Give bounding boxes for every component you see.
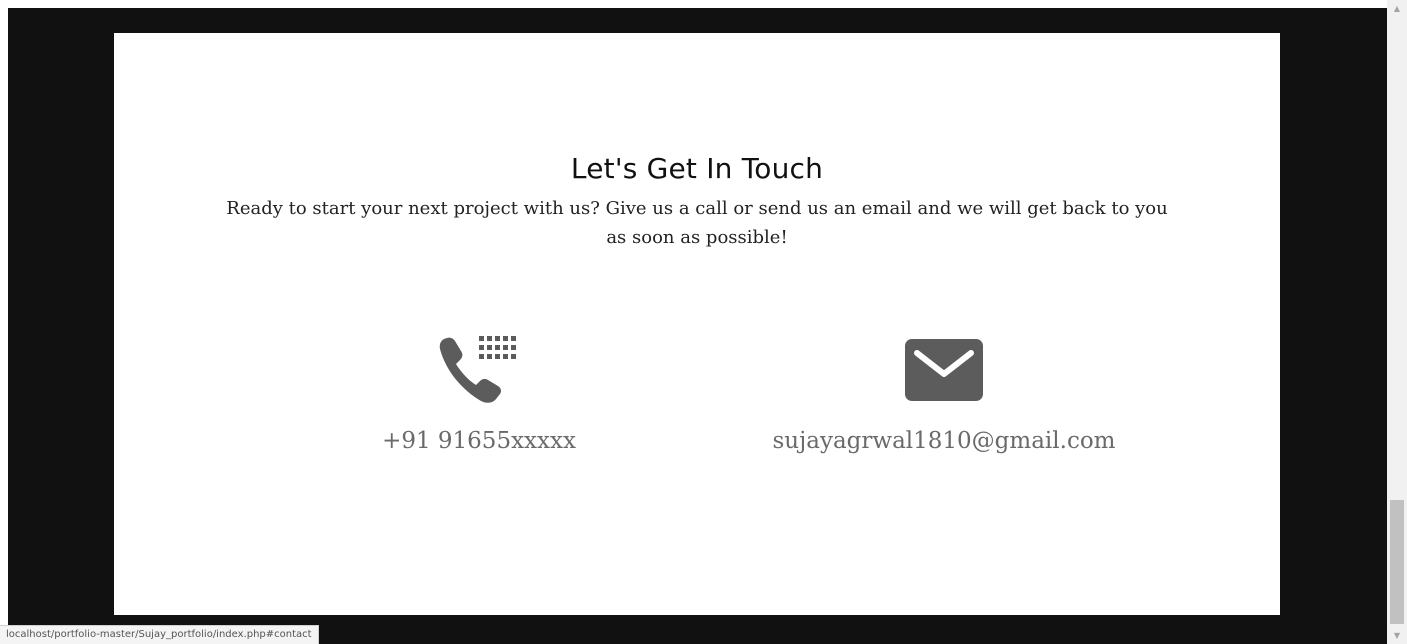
top-edge xyxy=(0,0,1387,8)
browser-viewport: Let's Get In Touch Ready to start your n… xyxy=(0,0,1407,644)
scroll-up-arrow-icon[interactable]: ▲ xyxy=(1387,0,1407,17)
contact-subtitle: Ready to start your next project with us… xyxy=(226,198,1168,248)
phone-contact: +91 91655xxxxx xyxy=(334,329,624,454)
scrollbar-thumb[interactable] xyxy=(1390,500,1404,624)
contact-section: Let's Get In Touch Ready to start your n… xyxy=(114,33,1280,615)
scroll-down-arrow-icon[interactable]: ▼ xyxy=(1387,627,1407,644)
envelope-icon xyxy=(734,329,1154,411)
email-address[interactable]: sujayagrwal1810@gmail.com xyxy=(734,428,1154,454)
phone-number: +91 91655xxxxx xyxy=(382,428,576,454)
email-contact: sujayagrwal1810@gmail.com xyxy=(734,329,1154,454)
status-bar-url: localhost/portfolio-master/Sujay_portfol… xyxy=(0,625,319,644)
vertical-scrollbar[interactable]: ▲ ▼ xyxy=(1387,0,1407,644)
contact-title: Let's Get In Touch xyxy=(570,152,824,186)
left-edge xyxy=(0,0,8,644)
phone-keypad-icon xyxy=(334,329,624,411)
